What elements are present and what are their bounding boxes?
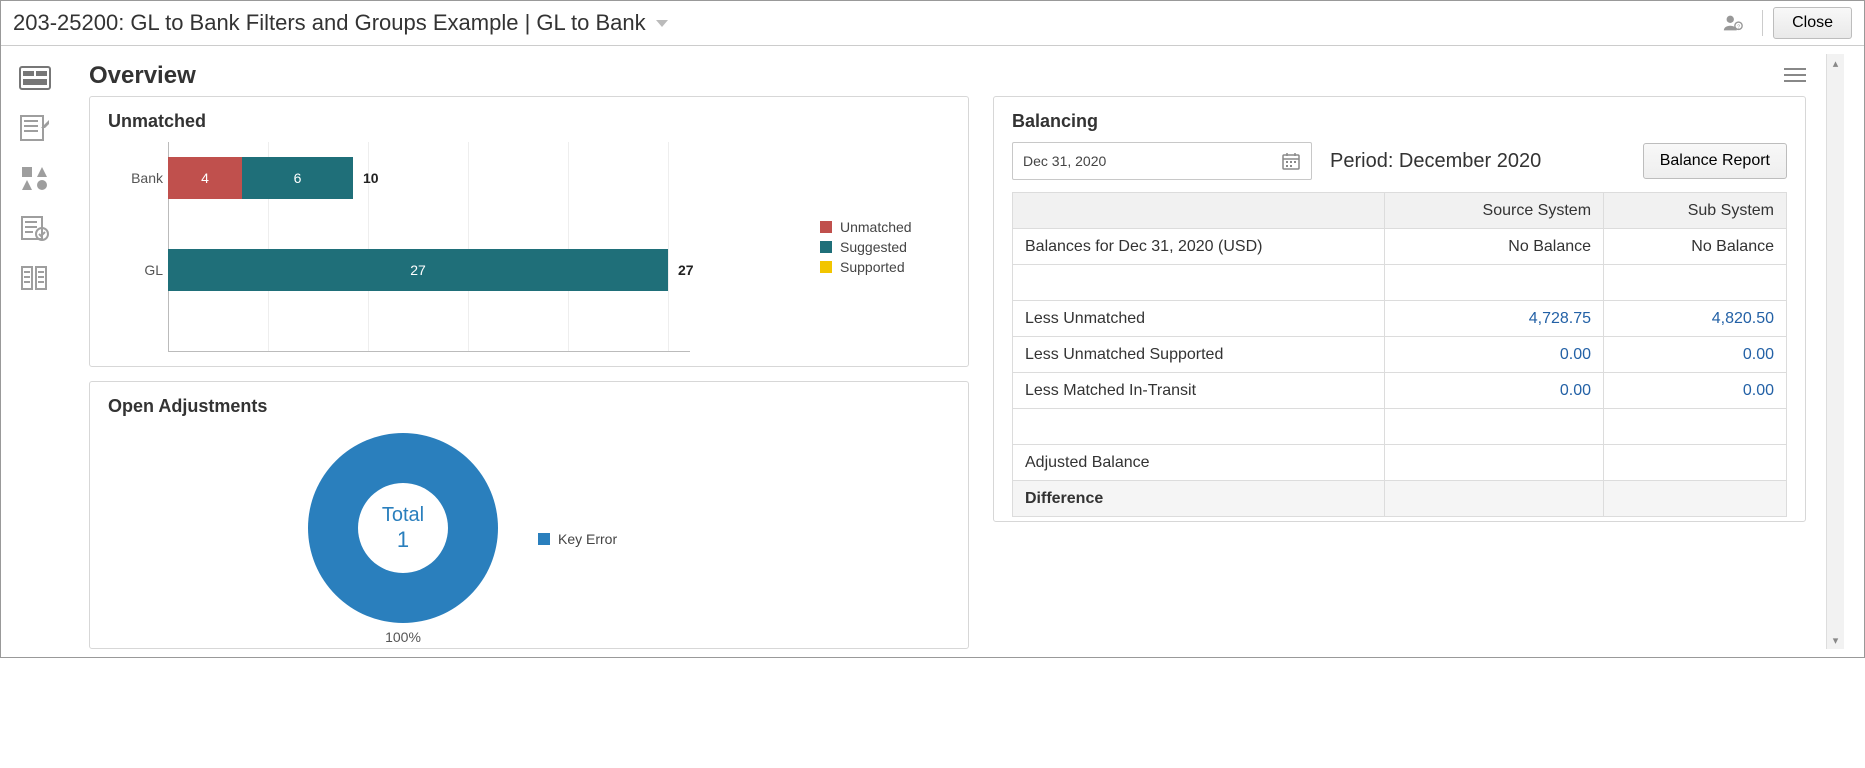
page-body: Overview Unmatched xyxy=(1,46,1864,657)
table-row-blank xyxy=(1013,265,1787,301)
donut-center-label: Total xyxy=(382,504,424,527)
donut-legend: Key Error xyxy=(538,531,617,547)
bar-seg-unmatched[interactable]: 4 xyxy=(168,157,242,199)
row-label: Less Matched In-Transit xyxy=(1013,373,1385,409)
balancing-title: Balancing xyxy=(1012,111,1787,132)
cell-sub[interactable]: 0.00 xyxy=(1743,382,1774,399)
overview-header: Overview xyxy=(89,62,1806,90)
chart-row-bank: Bank 4 6 10 xyxy=(168,152,820,204)
swatch-supported xyxy=(820,261,832,273)
content-area: Overview Unmatched xyxy=(69,54,1826,649)
donut-chart[interactable]: Total 1 xyxy=(308,433,498,623)
category-label: Bank xyxy=(113,170,163,186)
date-picker[interactable]: Dec 31, 2020 xyxy=(1012,142,1312,180)
row-label: Adjusted Balance xyxy=(1013,445,1385,481)
page: 203-25200: GL to Bank Filters and Groups… xyxy=(0,0,1865,658)
nav-rail xyxy=(1,54,69,649)
scroll-up-icon[interactable]: ▴ xyxy=(1833,54,1839,72)
donut-container: Total 1 100% xyxy=(308,433,498,645)
chart-row-gl: GL 27 27 xyxy=(168,244,820,296)
page-header: 203-25200: GL to Bank Filters and Groups… xyxy=(1,1,1864,46)
cell-source[interactable]: 0.00 xyxy=(1560,382,1591,399)
table-row: Less Unmatched Supported 0.00 0.00 xyxy=(1013,337,1787,373)
calendar-icon[interactable] xyxy=(1281,151,1301,171)
panel-menu-icon[interactable] xyxy=(1784,67,1806,86)
balance-report-button[interactable]: Balance Report xyxy=(1643,143,1787,179)
checklist-tab-icon[interactable] xyxy=(19,214,51,242)
donut-center-value: 1 xyxy=(397,527,409,553)
bar-total: 10 xyxy=(363,170,379,186)
cell-sub: No Balance xyxy=(1604,229,1787,265)
swatch-key-error xyxy=(538,533,550,545)
col-source: Source System xyxy=(1384,193,1604,229)
cell-sub[interactable]: 0.00 xyxy=(1743,346,1774,363)
swatch-unmatched xyxy=(820,221,832,233)
period-label: Period: December 2020 xyxy=(1330,150,1541,173)
columns-tab-icon[interactable] xyxy=(19,264,51,292)
svg-text:?: ? xyxy=(1737,25,1740,31)
chart-body: Bank 4 6 10 GL 27 27 xyxy=(108,142,820,352)
cell-source: No Balance xyxy=(1384,229,1604,265)
open-adjustments-panel: Open Adjustments Total 1 xyxy=(89,381,969,649)
bar-total: 27 xyxy=(678,262,694,278)
legend-label: Key Error xyxy=(558,531,617,547)
page-title-text: 203-25200: GL to Bank Filters and Groups… xyxy=(13,10,646,36)
left-column: Unmatched Bank 4 xyxy=(89,96,969,649)
cell-source[interactable]: 0.00 xyxy=(1560,346,1591,363)
cell-source[interactable]: 4,728.75 xyxy=(1529,310,1591,327)
row-label: Less Unmatched Supported xyxy=(1013,337,1385,373)
worksheet-tab-icon[interactable] xyxy=(19,114,51,142)
x-axis xyxy=(168,351,690,352)
table-row-blank xyxy=(1013,409,1787,445)
table-row: Less Unmatched 4,728.75 4,820.50 xyxy=(1013,301,1787,337)
overview-tab-icon[interactable] xyxy=(19,64,51,92)
page-title[interactable]: 203-25200: GL to Bank Filters and Groups… xyxy=(13,10,668,36)
cell-sub[interactable]: 4,820.50 xyxy=(1712,310,1774,327)
vertical-scrollbar[interactable]: ▴ ▾ xyxy=(1826,54,1844,649)
legend-label: Supported xyxy=(840,259,905,275)
row-label: Less Unmatched xyxy=(1013,301,1385,337)
unmatched-legend: Unmatched Suggested Supported xyxy=(820,215,950,279)
legend-label: Suggested xyxy=(840,239,907,255)
open-adj-title: Open Adjustments xyxy=(108,396,950,417)
table-head-row: Source System Sub System xyxy=(1013,193,1787,229)
table-row-difference: Difference xyxy=(1013,481,1787,517)
separator xyxy=(1762,10,1763,36)
row-label: Difference xyxy=(1013,481,1385,517)
unmatched-panel: Unmatched Bank 4 xyxy=(89,96,969,367)
unmatched-chart: Bank 4 6 10 GL 27 27 xyxy=(108,142,950,352)
bar-seg-suggested[interactable]: 6 xyxy=(242,157,353,199)
donut-wrap: Total 1 100% Key Error xyxy=(108,427,950,645)
user-help-icon[interactable]: ? xyxy=(1722,12,1744,34)
balancing-controls: Dec 31, 2020 Period: December 2020 Balan… xyxy=(1012,142,1787,180)
unmatched-title: Unmatched xyxy=(108,111,950,132)
donut-percent: 100% xyxy=(308,629,498,645)
swatch-suggested xyxy=(820,241,832,253)
chevron-down-icon[interactable] xyxy=(656,20,668,27)
balancing-panel: Balancing Dec 31, 2020 Period: December … xyxy=(993,96,1806,522)
bar-seg-suggested[interactable]: 27 xyxy=(168,249,668,291)
table-row: Adjusted Balance xyxy=(1013,445,1787,481)
close-button[interactable]: Close xyxy=(1773,7,1852,39)
legend-label: Unmatched xyxy=(840,219,912,235)
col-label xyxy=(1013,193,1385,229)
date-value: Dec 31, 2020 xyxy=(1023,153,1281,169)
balancing-table: Source System Sub System Balances for De… xyxy=(1012,192,1787,517)
scroll-down-icon[interactable]: ▾ xyxy=(1833,631,1839,649)
table-row: Balances for Dec 31, 2020 (USD) No Balan… xyxy=(1013,229,1787,265)
col-sub: Sub System xyxy=(1604,193,1787,229)
shapes-tab-icon[interactable] xyxy=(19,164,51,192)
row-label: Balances for Dec 31, 2020 (USD) xyxy=(1013,229,1385,265)
donut-center: Total 1 xyxy=(358,483,448,573)
panels: Unmatched Bank 4 xyxy=(89,96,1806,649)
right-column: Balancing Dec 31, 2020 Period: December … xyxy=(993,96,1806,649)
table-row: Less Matched In-Transit 0.00 0.00 xyxy=(1013,373,1787,409)
category-label: GL xyxy=(113,262,163,278)
overview-title: Overview xyxy=(89,62,196,90)
